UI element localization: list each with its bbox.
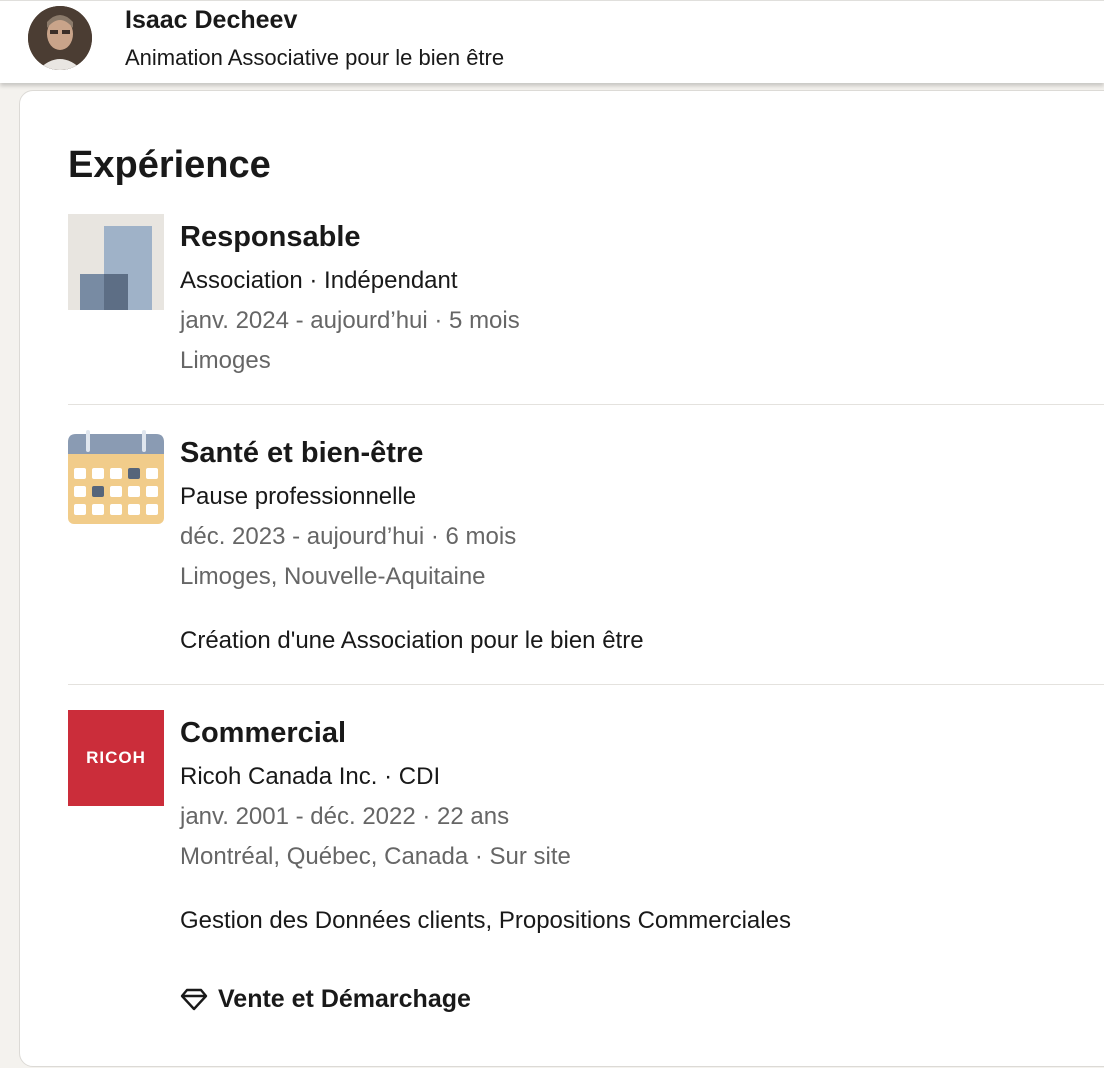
job-title[interactable]: Responsable [180, 221, 361, 254]
calendar-icon[interactable] [68, 430, 164, 526]
job-title[interactable]: Commercial [180, 717, 346, 750]
job-location: Montréal, Québec, Canada · Sur site [180, 843, 571, 870]
avatar[interactable] [28, 6, 92, 70]
job-title[interactable]: Santé et bien-être [180, 437, 423, 470]
section-title: Expérience [68, 144, 271, 186]
divider [68, 684, 1104, 685]
job-dates: janv. 2001 - déc. 2022 · 22 ans [180, 803, 510, 830]
avatar-photo [28, 6, 92, 70]
profile-headline: Animation Associative pour le bien être [125, 45, 505, 70]
company-name: Pause professionnelle [180, 483, 417, 510]
skill-link[interactable]: Vente et Démarchage [180, 982, 471, 1016]
ricoh-logo[interactable]: RICOH [68, 710, 164, 806]
company-name: Ricoh Canada Inc. · CDI [180, 763, 441, 790]
ricoh-logo-text: RICOH [86, 748, 146, 767]
skill-label: Vente et Démarchage [218, 984, 471, 1013]
profile-sticky-header: Isaac Decheev Animation Associative pour… [0, 0, 1104, 83]
company-name: Association · Indépendant [180, 267, 458, 294]
job-location: Limoges, Nouvelle-Aquitaine [180, 563, 486, 590]
divider [68, 404, 1104, 405]
job-dates: janv. 2024 - aujourd’hui · 5 mois [180, 307, 520, 334]
job-description: Création d'une Association pour le bien … [180, 627, 644, 654]
profile-name: Isaac Decheev [125, 6, 298, 34]
generic-company-logo[interactable] [68, 214, 164, 310]
job-description: Gestion des Données clients, Proposition… [180, 907, 791, 934]
diamond-icon [180, 987, 208, 1011]
job-location: Limoges [180, 347, 271, 374]
job-dates: déc. 2023 - aujourd’hui · 6 mois [180, 523, 517, 550]
